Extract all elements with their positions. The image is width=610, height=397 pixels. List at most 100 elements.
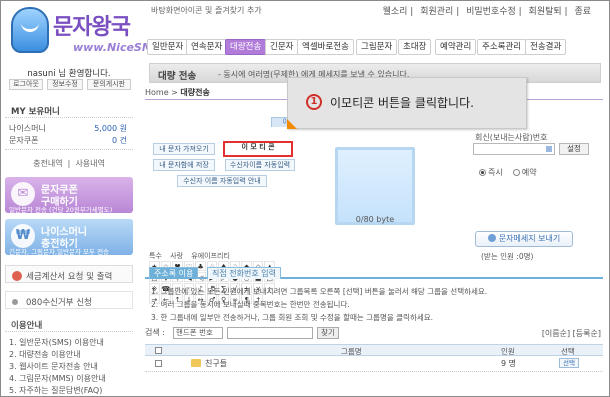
guide-item[interactable]: 3. 웹사이트 문자전송 안내 xyxy=(9,361,98,372)
nav-bulk-send[interactable]: 대량전송 xyxy=(225,39,267,55)
nav-long-sms[interactable]: 긴문자 xyxy=(265,39,299,55)
guide-item[interactable]: 4. 그림문자(MMS) 이용안내 xyxy=(9,373,106,384)
tax-invoice-button[interactable]: 세금계산서 요청 및 출력 xyxy=(5,265,133,283)
send-message-button[interactable]: 문자메세지 보내기 xyxy=(475,231,573,247)
nav-address-book[interactable]: 주소록관리 xyxy=(477,39,527,55)
search-button[interactable]: 찾기 xyxy=(317,327,339,339)
coupon-label: 문자쿠폰 xyxy=(9,136,39,145)
message-icon: ✉ xyxy=(11,182,35,206)
guide-item[interactable]: 2. 대량전송 이용안내 xyxy=(9,349,81,360)
top-link-member[interactable]: 회원관리 xyxy=(420,7,453,17)
select-all-checkbox[interactable] xyxy=(155,347,162,354)
tab-address-book[interactable]: 주소록 이용 xyxy=(149,267,199,279)
group-count: 9 명 xyxy=(501,359,516,368)
top-links: 웰소리 | 회원관리 | 비밀번호수정 | 회원탈퇴 | 종료 xyxy=(382,7,591,17)
select-group-button[interactable]: 선택 xyxy=(559,358,579,368)
radio-now[interactable] xyxy=(479,169,486,176)
search-type-select[interactable]: 핸드폰 번호 xyxy=(173,327,223,339)
recipient-count: (받는 인원 :0명) xyxy=(481,252,534,261)
setup-button[interactable]: 설정 xyxy=(559,143,589,155)
breadcrumb-home[interactable]: Home xyxy=(145,88,169,97)
nice-money-row: 나이스머니 5,000 원 xyxy=(9,123,127,134)
divider xyxy=(5,117,133,118)
sort-links[interactable]: [이름순] [등록순] xyxy=(542,328,601,339)
logo-title: 문자왕국 xyxy=(53,15,131,40)
top-link-exit[interactable]: 종료 xyxy=(574,7,591,17)
nav-invitation[interactable]: 초대장 xyxy=(398,39,432,55)
group-name[interactable]: 친구들 xyxy=(205,358,227,369)
buy-coupon-banner[interactable]: ✉ 문자쿠폰 구매하기 일반문자 전송 (건당 20원부가세별도) xyxy=(5,177,133,214)
coupon-value: 0 건 xyxy=(112,136,127,145)
note-3: 3. 한 그룹내에 일부만 전송하거나, 그룹 회원 조회 및 수정을 할때는 … xyxy=(151,313,434,322)
nav-excel-send[interactable]: 엑셀바로전송 xyxy=(297,39,354,55)
category-pretty[interactable]: 유에이프리티 xyxy=(191,252,230,260)
table-row[interactable]: 친구들 9 명 선택 xyxy=(145,356,603,372)
top-link-withdraw[interactable]: 회원탈퇴 xyxy=(529,7,562,17)
recipient-name-autofill-button[interactable]: 수신자이름 자동입력 xyxy=(225,159,295,171)
emoticon-button[interactable]: 이 모 티 콘 xyxy=(223,141,293,157)
row-checkbox[interactable] xyxy=(155,360,162,367)
search-input[interactable] xyxy=(227,327,313,339)
step-number: 1 xyxy=(306,94,322,110)
emoticon-categories: 특수 사랑 유에이프리티 xyxy=(149,251,275,261)
sender-number-label: 회신(보내는사람)번호 xyxy=(475,133,548,142)
note-1: 1. 그룹안에 있는 모든 인원에게 보내시려면 그룹목록 오른쪽 [선택] 버… xyxy=(151,287,488,296)
table-header: 그룹명 인원 선택 xyxy=(145,344,603,356)
guide-title: 이용안내 xyxy=(11,321,43,331)
banner-desc: 일반문자 전송 (건당 20원부가세별도) xyxy=(9,206,113,214)
nice-money-label: 나이스머니 xyxy=(9,124,46,133)
logout-button[interactable]: 로그아웃 xyxy=(9,79,43,90)
nav-continuous-sms[interactable]: 연속문자 xyxy=(186,39,228,55)
won-icon: ₩ xyxy=(11,224,35,248)
top-link-password[interactable]: 비밀번호수정 xyxy=(466,7,516,17)
080-reject-button[interactable]: 080수신거부 신청 xyxy=(5,291,133,309)
category-special[interactable]: 특수 xyxy=(149,252,162,260)
nav-reservation[interactable]: 예약관리 xyxy=(435,39,477,55)
guide-item[interactable]: 1. 일반문자(SMS) 이용안내 xyxy=(9,337,104,348)
sidebar: nasuni 님 환영합니다. 로그아웃 정보수정 문의게시판 MY 보유머니 … xyxy=(1,59,137,396)
nice-money-value: 5,000 원 xyxy=(94,124,127,133)
top-link-sound[interactable]: 웰소리 xyxy=(383,7,408,17)
save-to-mybox-button[interactable]: 내 문자함에 저장 xyxy=(153,159,215,171)
folder-icon xyxy=(191,359,201,367)
nav-general-sms[interactable]: 일반문자 xyxy=(147,39,189,55)
tab-direct-input[interactable]: 직접 전화번호 입력 xyxy=(207,267,281,279)
search-label: 검색 : xyxy=(145,328,165,337)
category-love[interactable]: 사랑 xyxy=(170,252,183,260)
window: 문자왕국 www.NiceSMS.co.kr 바탕화면아이콘 및 즐겨찾기 추가… xyxy=(0,0,610,397)
site-logo[interactable]: 문자왕국 www.NiceSMS.co.kr xyxy=(9,3,196,57)
search-row: 검색 : 핸드폰 번호 찾기 [이름순] [등록순] xyxy=(145,327,603,341)
charge-money-banner[interactable]: ₩ 나이스머니 충전하기 긴문자, 그림문자,일반문자 모두 전송 xyxy=(5,219,133,256)
bookmark-link[interactable]: 바탕화면아이콘 및 즐겨찾기 추가 xyxy=(151,5,262,16)
guide-item[interactable]: 5. 자주하는 질문답변(FAQ) xyxy=(9,385,102,396)
send-time-radios: 즉시 예약 xyxy=(479,167,537,178)
breadcrumb: Home > 대량전송 xyxy=(145,88,210,97)
logo-mascot-icon xyxy=(11,7,49,53)
load-my-message-button[interactable]: 내 문자 가져오기 xyxy=(153,143,215,155)
send-message-label: 문자메세지 보내기 xyxy=(498,234,561,243)
edit-info-button[interactable]: 정보수정 xyxy=(47,79,83,90)
instruction-text: 이모티콘 버튼을 클릭합니다. xyxy=(330,96,474,110)
send-icon xyxy=(487,234,496,242)
address-tabs: 주소록 이용 직접 전화번호 입력 xyxy=(145,267,603,279)
tax-icon xyxy=(12,271,22,281)
nav-picture-sms[interactable]: 그림문자 xyxy=(356,39,398,55)
banner-desc: 긴문자, 그림문자,일반문자 모두 전송 xyxy=(9,248,110,256)
message-textarea[interactable] xyxy=(335,147,415,225)
inquiry-board-button[interactable]: 문의게시판 xyxy=(87,79,131,90)
radio-reserve-label: 예약 xyxy=(521,168,537,177)
autofill-guide-button[interactable]: 수신자 이름 자동입력 안내 xyxy=(177,175,267,187)
group-table: 그룹명 인원 선택 친구들 9 명 선택 xyxy=(145,344,603,372)
usage-history-link[interactable]: 사용내역 xyxy=(75,159,104,168)
divider xyxy=(5,149,133,150)
header: 문자왕국 www.NiceSMS.co.kr 바탕화면아이콘 및 즐겨찾기 추가… xyxy=(1,1,609,59)
radio-reserve[interactable] xyxy=(512,169,520,176)
charge-history-link[interactable]: 충전내역 xyxy=(33,159,62,168)
account-buttons: 로그아웃 정보수정 문의게시판 xyxy=(5,79,133,91)
my-money-title: MY 보유머니 xyxy=(11,107,60,117)
nav-send-result[interactable]: 전송결과 xyxy=(525,39,567,55)
welcome-text: nasuni 님 환영합니다. xyxy=(27,69,111,79)
sender-number-select[interactable] xyxy=(473,143,555,155)
coupon-row: 문자쿠폰 0 건 xyxy=(9,135,127,146)
note-2: 2. 여러 그룹을 동시에 보내실때 중복번호는 한번만 전송됩니다. xyxy=(151,300,350,309)
